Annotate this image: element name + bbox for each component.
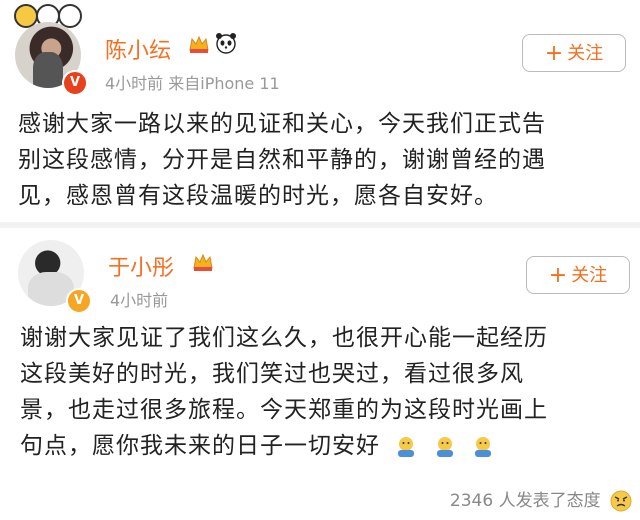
hug-emoji-icon (398, 436, 415, 457)
follow-button[interactable]: + 关注 (526, 256, 630, 294)
post-meta: 4小时前 来自iPhone 11 (105, 74, 280, 93)
weibo-post-2: V 于小彤 4小时前 + 关注 谢谢大家见证了我们这么久，也很开心能一起经历 这段… (0, 222, 640, 494)
content-line: 句点，愿你我未来的日子一切安好 (20, 428, 630, 464)
crown-icon (189, 35, 209, 53)
reactions-summary[interactable]: 2346 人发表了态度 (450, 486, 632, 512)
angry-face-icon (610, 490, 632, 512)
panda-icon (216, 33, 236, 54)
content-line: 谢谢大家见证了我们这么久，也很开心能一起经历 (20, 325, 548, 351)
post-content: 感谢大家一路以来的见证和关心，今天我们正式告 别这段感情，分开是自然和平静的，谢… (18, 106, 628, 214)
post-content: 谢谢大家见证了我们这么久，也很开心能一起经历 这段美好的时光，我们笑过也哭过，看… (20, 320, 630, 464)
author-name[interactable]: 于小彤 (108, 250, 174, 282)
hug-emoji-icon (474, 436, 491, 457)
crown-icon (193, 253, 213, 271)
post-meta: 4小时前 (110, 291, 169, 310)
follow-button[interactable]: + 关注 (522, 34, 626, 72)
hug-emoji-icon (436, 436, 453, 457)
author-name[interactable]: 陈小纭 (105, 33, 171, 65)
content-line: 别这段感情，分开是自然和平静的，谢谢曾经的遇 (18, 147, 546, 173)
plus-icon: + (548, 263, 568, 288)
weibo-post-1: V 陈小纭 4小时前 来自iPhone 11 + 关注 感谢大家一路以来的见证和关… (0, 0, 640, 222)
content-line: 这段美好的时光，我们笑过也哭过，看过很多风 (20, 361, 524, 387)
content-line: 感谢大家一路以来的见证和关心，今天我们正式告 (18, 111, 546, 137)
content-line: 景，也走过很多旅程。今天郑重的为这段时光画上 (20, 397, 548, 423)
plus-icon: + (544, 41, 564, 66)
verified-badge-icon: V (66, 288, 92, 314)
verified-badge-icon: V (62, 70, 88, 96)
content-line: 见，感恩曾有这段温暖的时光，愿各自安好。 (18, 183, 498, 209)
